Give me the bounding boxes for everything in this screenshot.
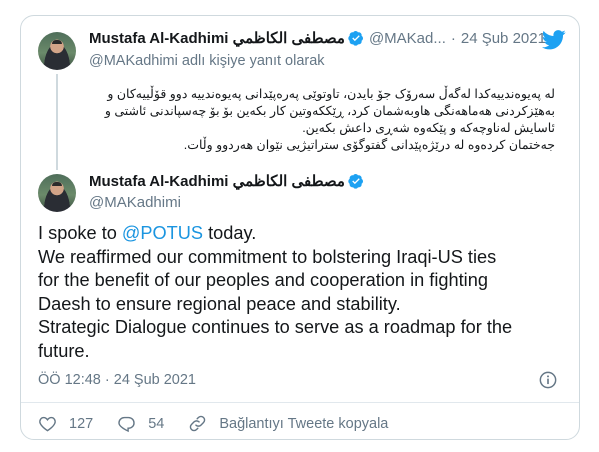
heart-icon	[39, 416, 56, 432]
tweet-text-suffix: today.	[203, 223, 257, 243]
copy-link-button[interactable]: Bağlantıyı Tweete kopyala	[188, 414, 388, 433]
tweet-text-prefix: I spoke to	[38, 223, 122, 243]
author-handle[interactable]: @MAKad...	[369, 30, 446, 47]
twitter-bird-icon[interactable]	[542, 29, 566, 51]
tweet-actions: 127 54 Bağlantıyı Tweete kopyala	[38, 414, 412, 433]
tweet-text-line: future.	[38, 340, 90, 361]
reply-text-line: لە پەیوەندییەکدا لەگەڵ سەرۆک جۆ بایدن، ت…	[107, 87, 555, 101]
verified-badge-icon	[348, 31, 363, 46]
link-icon	[190, 415, 206, 432]
tweet-text-line: Daesh to ensure regional peace and stabi…	[38, 293, 401, 314]
reply-tweet-header: Mustafa Al-Kadhimi مصطفى الكاظمي @MAKad.…	[89, 29, 546, 48]
tweet-text-line: for the benefit of our peoples and coope…	[38, 270, 488, 291]
verified-badge-icon	[348, 174, 363, 189]
reply-text-line: جەختمان کردەوە لە درێژەپێدانی گفتوگۆی ست…	[183, 138, 555, 152]
reply-text-line: بەهێزکردنی هەماهەنگی هاوبەشمان کرد، ڕێکک…	[104, 104, 555, 118]
tweet-date[interactable]: 24 Şub 2021	[461, 30, 546, 47]
mention-link[interactable]: @POTUS	[122, 223, 203, 243]
copy-link-label: Bağlantıyı Tweete kopyala	[219, 415, 389, 432]
divider	[21, 402, 579, 403]
main-tweet-author: Mustafa Al-Kadhimi مصطفى الكاظمي	[89, 172, 364, 190]
separator-dot: ·	[450, 29, 456, 47]
author-handle[interactable]: @MAKadhimi	[89, 194, 181, 211]
reply-button[interactable]: 54	[117, 414, 164, 433]
tweet-text-line: We reaffirmed our commitment to bolsteri…	[38, 246, 497, 267]
author-name[interactable]: Mustafa Al-Kadhimi مصطفى الكاظمي	[89, 29, 345, 47]
main-tweet-text: I spoke to @POTUS today. We reaffirmed o…	[38, 222, 568, 364]
avatar[interactable]	[38, 174, 76, 212]
author-name[interactable]: Mustafa Al-Kadhimi مصطفى الكاظمي	[89, 172, 345, 190]
like-button[interactable]: 127	[38, 414, 93, 433]
reply-text-line: ئاسایش لەناوچەکە و پێکەوە شەڕی داعش بکەی…	[302, 121, 555, 135]
tweet-text-line: I spoke to @POTUS today.	[38, 222, 568, 246]
tweet-timestamp[interactable]: ÖÖ 12:48 · 24 Şub 2021	[38, 372, 196, 388]
info-icon[interactable]	[539, 371, 557, 389]
reply-tweet-text: لە پەیوەندییەکدا لەگەڵ سەرۆک جۆ بایدن، ت…	[89, 86, 555, 154]
tweet-text-line: Strategic Dialogue continues to serve as…	[38, 317, 513, 338]
like-count: 127	[69, 415, 94, 432]
avatar[interactable]	[38, 32, 76, 70]
thread-connector-line	[56, 74, 58, 170]
tweet-embed-card: Mustafa Al-Kadhimi مصطفى الكاظمي @MAKad.…	[20, 15, 580, 440]
reply-context[interactable]: @MAKadhimi adlı kişiye yanıt olarak	[89, 53, 325, 69]
reply-bubble-icon	[118, 416, 135, 433]
reply-count: 54	[148, 415, 165, 432]
